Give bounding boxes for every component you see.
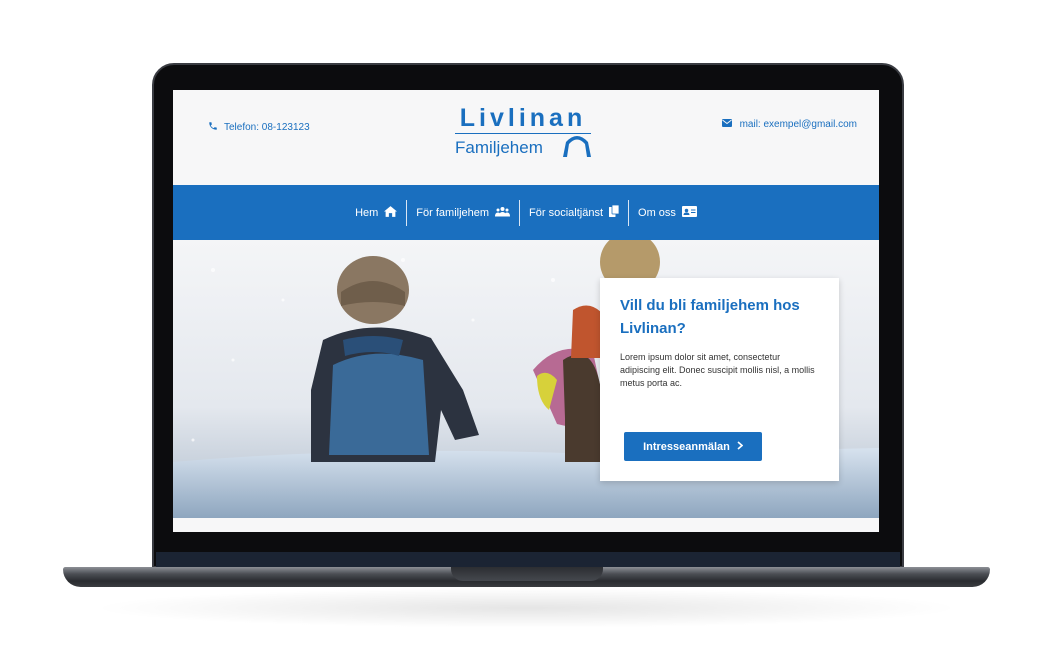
hero-title: Vill du bli familjehem hos Livlinan? — [620, 297, 800, 337]
site-logo[interactable]: Livlinan Familjehem — [453, 104, 593, 174]
phone-text: Telefon: 08-123123 — [224, 122, 310, 133]
email-text: mail: exempel@gmail.com — [739, 119, 857, 130]
nav-label-om-oss: Om oss — [638, 206, 676, 219]
cta-label: Intresseanmälan — [643, 440, 730, 453]
nav-label-socialtjanst: För socialtjänst — [529, 206, 604, 219]
nav-item-hem[interactable]: Hem — [346, 200, 406, 226]
logo-divider — [455, 133, 591, 134]
interest-signup-button[interactable]: Intresseanmälan — [624, 432, 762, 461]
home-icon — [384, 205, 398, 220]
phone-contact[interactable]: Telefon: 08-123123 — [208, 121, 310, 134]
laptop-notch — [451, 567, 603, 581]
nav-label-familjehem: För familjehem — [416, 206, 490, 219]
nav-item-familjehem[interactable]: För familjehem — [407, 200, 519, 226]
nav-item-socialtjanst[interactable]: För socialtjänst — [520, 200, 628, 226]
chevron-right-icon — [737, 440, 744, 453]
arch-logo-icon — [561, 136, 593, 163]
hero-text: Lorem ipsum dolor sit amet, consectetur … — [620, 352, 815, 388]
copy-icon — [609, 204, 620, 220]
nav-item-om-oss[interactable]: Om oss — [629, 200, 706, 226]
logo-subtitle: Familjehem — [455, 138, 543, 157]
id-card-icon — [681, 205, 697, 220]
phone-icon — [208, 121, 218, 134]
nav-label-hem: Hem — [355, 206, 379, 219]
laptop-shadow — [90, 588, 963, 628]
envelope-icon — [721, 119, 732, 130]
hero-card: Vill du bli familjehem hos Livlinan? Lor… — [600, 278, 839, 481]
hero-section: Vill du bli familjehem hos Livlinan? Lor… — [173, 240, 879, 518]
users-icon — [495, 206, 511, 220]
website-screen: Telefon: 08-123123 Livlinan Familjehem m… — [173, 90, 879, 532]
page-below-fold — [173, 518, 879, 532]
email-contact[interactable]: mail: exempel@gmail.com — [721, 119, 857, 130]
laptop-chin — [156, 552, 900, 568]
main-nav: Hem För familjehem För socialtjänst Om o… — [173, 185, 879, 240]
logo-title: Livlinan — [459, 104, 587, 132]
site-header: Telefon: 08-123123 Livlinan Familjehem m… — [173, 90, 879, 185]
laptop-mockup: Telefon: 08-123123 Livlinan Familjehem m… — [0, 0, 1053, 670]
